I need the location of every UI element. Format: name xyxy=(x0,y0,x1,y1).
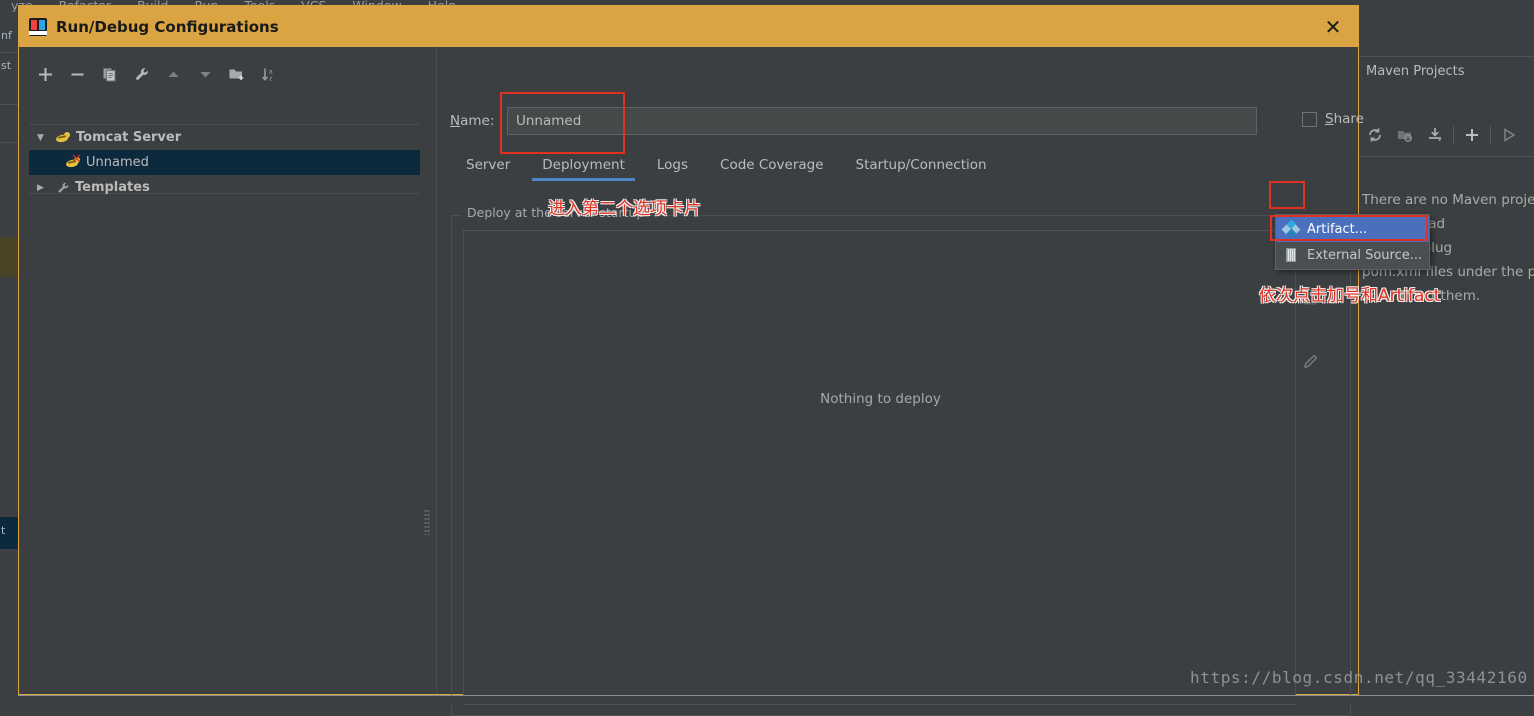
configuration-tabs[interactable]: Server Deployment Logs Code Coverage Sta… xyxy=(450,153,1003,185)
strip-divider xyxy=(0,142,18,143)
tab-code-coverage[interactable]: Code Coverage xyxy=(704,153,840,181)
remove-configuration-button[interactable] xyxy=(61,60,93,88)
share-checkbox[interactable] xyxy=(1302,111,1317,127)
maven-projects-panel: Maven Projects There are no Maven projec… xyxy=(1355,12,1534,703)
close-icon[interactable]: ✕ xyxy=(1320,14,1346,40)
tree-row[interactable]: ✕ Unnamed xyxy=(29,150,420,175)
popup-item-artifact[interactable]: Artifact... xyxy=(1276,216,1429,242)
configurations-tree[interactable]: ▼ Tomcat Server ✕ Unnamed ▶ Templates xyxy=(29,124,420,195)
intellij-idea-icon xyxy=(29,17,47,36)
deploy-group-label: Deploy at the server startup xyxy=(462,205,650,220)
deploy-group-border-left xyxy=(451,215,452,715)
share-checkbox-row[interactable]: Share xyxy=(1302,111,1364,127)
pane-divider xyxy=(436,47,437,694)
tree-row[interactable]: ▶ Templates xyxy=(29,175,420,200)
tree-row[interactable]: ▼ Tomcat Server xyxy=(29,125,420,150)
name-label-rest: ame: xyxy=(460,113,495,129)
tree-row-label: Unnamed xyxy=(86,155,149,170)
dialog-body: az ▼ Tomcat Server ✕ Unnamed ▶ Templates xyxy=(19,47,1364,716)
maven-toolbar[interactable] xyxy=(1360,118,1534,152)
tab-startup-connection[interactable]: Startup/Connection xyxy=(840,153,1003,181)
add-deployment-popup-menu[interactable]: Artifact... External Source... xyxy=(1275,214,1430,270)
tab-logs[interactable]: Logs xyxy=(641,153,704,181)
popup-item-external-source[interactable]: External Source... xyxy=(1276,242,1429,268)
ide-status-bar xyxy=(18,695,1534,703)
strip-divider xyxy=(0,52,18,53)
pane-splitter[interactable] xyxy=(422,57,436,687)
edit-templates-button[interactable] xyxy=(125,60,157,88)
wrench-icon xyxy=(55,181,70,195)
edit-deployment-button[interactable] xyxy=(1297,348,1323,374)
deployment-empty-message: Nothing to deploy xyxy=(820,391,941,407)
tab-deployment[interactable]: Deployment xyxy=(526,153,641,181)
external-source-icon xyxy=(1283,247,1299,263)
ide-left-tool-strip[interactable]: nf st t xyxy=(0,12,19,703)
run-debug-configurations-dialog: Run/Debug Configurations ✕ a z ▼ Tomcat … xyxy=(18,5,1364,716)
share-label: Share xyxy=(1325,111,1364,127)
add-maven-project-icon[interactable] xyxy=(1457,122,1487,148)
dialog-title-bar: Run/Debug Configurations ✕ xyxy=(19,6,1358,47)
strip-divider xyxy=(0,104,18,105)
share-label-mnemonic: S xyxy=(1325,111,1334,127)
maven-toolbar-rule xyxy=(1356,156,1534,157)
strip-tab-terminal[interactable]: t xyxy=(1,525,17,537)
share-label-rest: hare xyxy=(1333,111,1364,127)
tomcat-error-icon: ✕ xyxy=(65,153,82,170)
copy-configuration-button[interactable] xyxy=(93,60,125,88)
strip-tab-project[interactable]: nf xyxy=(1,30,17,42)
tree-row-label: Tomcat Server xyxy=(76,130,182,145)
move-up-button[interactable] xyxy=(157,60,189,88)
chevron-right-icon[interactable]: ▶ xyxy=(37,183,55,193)
strip-tab-structure[interactable]: st xyxy=(1,60,17,72)
svg-text:z: z xyxy=(269,75,272,82)
reload-icon[interactable] xyxy=(1360,122,1390,148)
configurations-toolbar[interactable]: az xyxy=(29,57,419,91)
strip-highlight xyxy=(0,237,18,277)
add-configuration-button[interactable] xyxy=(29,60,61,88)
deploy-group-border-right xyxy=(1350,215,1351,715)
dialog-title: Run/Debug Configurations xyxy=(56,17,279,36)
sort-alphabetically-button[interactable]: az xyxy=(253,60,285,88)
chevron-down-icon[interactable]: ▼ xyxy=(37,133,55,143)
maven-empty-line-5: and import them. xyxy=(1362,288,1481,304)
maven-empty-line-1: There are no Maven projec xyxy=(1362,192,1534,208)
toolbar-separator xyxy=(1490,126,1491,144)
svg-text:a: a xyxy=(269,68,273,75)
remove-deployment-button[interactable] xyxy=(1297,290,1323,316)
toolbar-separator xyxy=(1453,126,1454,144)
name-label: Name: xyxy=(450,113,494,129)
maven-divider xyxy=(1356,56,1534,57)
tomcat-icon xyxy=(55,131,71,145)
toggle-offline-icon[interactable] xyxy=(1390,122,1420,148)
popup-item-label: External Source... xyxy=(1307,247,1423,263)
maven-panel-title: Maven Projects xyxy=(1366,64,1465,79)
artifact-icon xyxy=(1281,219,1301,239)
new-folder-button[interactable] xyxy=(221,60,253,88)
move-down-button[interactable] xyxy=(189,60,221,88)
deployment-list[interactable]: Nothing to deploy xyxy=(463,230,1296,705)
tree-row-label: Templates xyxy=(75,180,150,195)
tab-server[interactable]: Server xyxy=(450,153,526,181)
splitter-grip-icon[interactable] xyxy=(424,509,430,535)
popup-item-label: Artifact... xyxy=(1307,221,1368,237)
download-sources-icon[interactable] xyxy=(1420,122,1450,148)
name-label-mnemonic: N xyxy=(450,113,461,129)
run-icon[interactable] xyxy=(1494,122,1524,148)
name-input[interactable] xyxy=(507,107,1257,135)
